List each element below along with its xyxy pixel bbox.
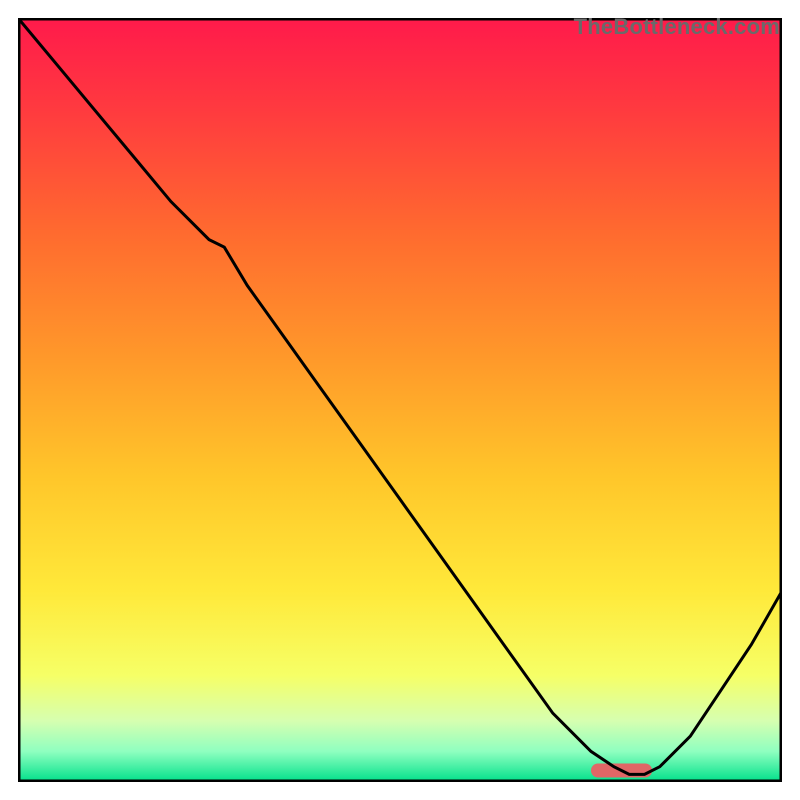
chart-background: [18, 18, 782, 782]
chart-frame: TheBottleneck.com: [0, 0, 800, 800]
watermark-text: TheBottleneck.com: [574, 14, 780, 40]
chart-svg: [18, 18, 782, 782]
plot-area: TheBottleneck.com: [18, 18, 782, 782]
